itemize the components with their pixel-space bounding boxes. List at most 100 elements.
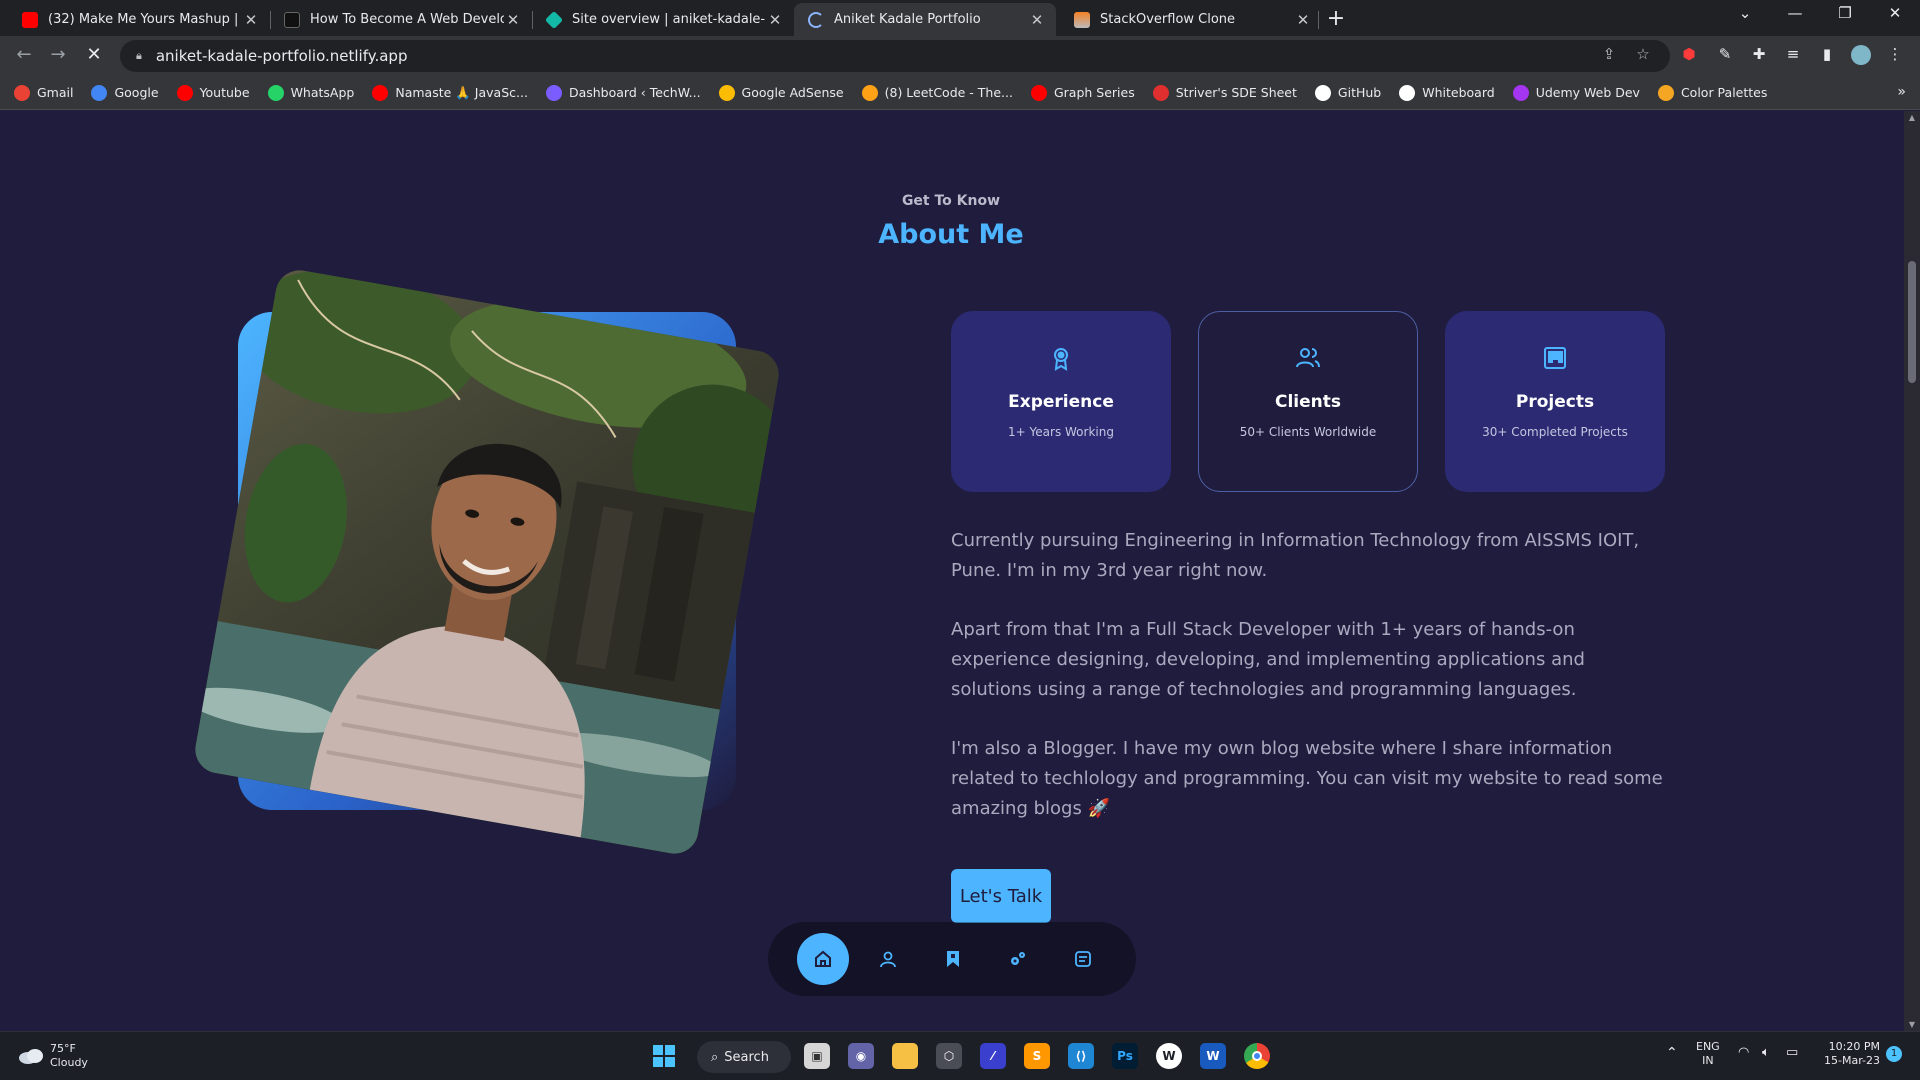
bookmark-item[interactable]: GitHub	[1314, 84, 1381, 101]
adblock-extension-icon[interactable]: ⬢	[1678, 45, 1700, 63]
tab-title: StackOverflow Clone	[1100, 12, 1236, 27]
bookmark-item[interactable]: Whiteboard	[1399, 84, 1495, 101]
linear-app-icon[interactable]: ⁄	[980, 1043, 1006, 1069]
vscode-icon[interactable]: ⟨⟩	[1068, 1043, 1094, 1069]
bookmark-item[interactable]: Google	[91, 84, 159, 101]
tray-overflow-icon[interactable]: ⌃	[1666, 1046, 1678, 1060]
stop-loading-button[interactable]: ✕	[82, 44, 106, 65]
bookmark-item[interactable]: Namaste 🙏 JavaSc...	[372, 84, 528, 101]
profile-avatar-icon[interactable]	[1850, 45, 1872, 69]
notification-badge[interactable]: 1	[1886, 1046, 1902, 1062]
bookmarks-overflow-button[interactable]: »	[1897, 84, 1906, 100]
windows-start-icon[interactable]	[651, 1043, 677, 1069]
bookmark-item[interactable]: Striver's SDE Sheet	[1152, 84, 1297, 101]
bookmark-item[interactable]: Dashboard ‹ TechW...	[545, 84, 701, 101]
teams-chat-icon[interactable]: ◉	[848, 1043, 874, 1069]
menu-kebab-icon[interactable]: ⋮	[1884, 45, 1906, 63]
volume-icon[interactable]: 🔈︎	[1762, 1046, 1770, 1060]
bookmark-label: Namaste 🙏 JavaSc...	[395, 84, 528, 100]
new-tab-button[interactable]: +	[1324, 6, 1348, 31]
bookmark-label: Google	[114, 85, 159, 100]
weather-widget[interactable]: 75°F Cloudy	[18, 1042, 88, 1070]
netlify-icon	[544, 10, 564, 29]
unity-icon[interactable]: ⬡	[936, 1043, 962, 1069]
minimize-button[interactable]: —	[1772, 4, 1818, 22]
whiteboard-app-icon[interactable]: W	[1156, 1043, 1182, 1069]
close-icon[interactable]: ✕	[1294, 11, 1312, 29]
task-view-icon[interactable]: ▣	[804, 1043, 830, 1069]
github-icon	[1314, 84, 1331, 101]
page-scrollbar[interactable]: ▲ ▼	[1904, 111, 1920, 1031]
address-bar[interactable]: 🔒︎ aniket-kadale-portfolio.netlify.app	[120, 40, 1670, 72]
battery-icon[interactable]: ▭	[1786, 1046, 1798, 1060]
nav-about-button[interactable]	[862, 933, 914, 985]
whiteboard-icon	[1399, 84, 1416, 101]
bookmark-item[interactable]: WhatsApp	[267, 84, 354, 101]
card-title: Projects	[1515, 392, 1595, 412]
close-icon[interactable]: ✕	[1028, 11, 1046, 29]
share-icon[interactable]: ⇪	[1598, 45, 1620, 63]
nav-home-button[interactable]	[797, 933, 849, 985]
bookmark-item[interactable]: Graph Series	[1030, 84, 1135, 101]
back-button[interactable]: ←	[12, 44, 36, 65]
tab-title: (32) Make Me Yours Mashup | Ap	[48, 12, 242, 27]
forward-button[interactable]: →	[46, 44, 70, 65]
bookmark-item[interactable]: Youtube	[176, 84, 250, 101]
bookmark-item[interactable]: Color Palettes	[1657, 84, 1767, 101]
loading-spinner-icon	[808, 11, 824, 28]
tab-search-icon[interactable]: ⌄	[1722, 4, 1768, 22]
user-icon	[880, 951, 896, 968]
url-text[interactable]: aniket-kadale-portfolio.netlify.app	[156, 47, 408, 65]
browser-tab[interactable]: (32) Make Me Yours Mashup | Ap ✕	[8, 3, 270, 36]
clock[interactable]: 10:20 PM 15-Mar-23	[1818, 1040, 1880, 1068]
cloud-icon	[19, 1049, 43, 1064]
message-icon	[1075, 951, 1091, 967]
browser-tab[interactable]: Site overview | aniket-kadale-por ✕	[532, 3, 794, 36]
side-panel-icon[interactable]: ▮	[1816, 45, 1838, 63]
close-icon[interactable]: ✕	[504, 11, 522, 29]
browser-tab-active[interactable]: Aniket Kadale Portfolio ✕	[794, 3, 1056, 36]
close-window-button[interactable]: ✕	[1872, 4, 1918, 22]
taskbar-search[interactable]: ⌕ Search	[697, 1041, 791, 1073]
bookmark-label: Striver's SDE Sheet	[1175, 85, 1297, 100]
nav-services-button[interactable]	[992, 933, 1044, 985]
close-icon[interactable]: ✕	[766, 11, 784, 29]
photoshop-icon[interactable]: Ps	[1112, 1043, 1138, 1069]
nav-contact-button[interactable]	[1057, 933, 1109, 985]
bookmark-label: Gmail	[37, 85, 74, 100]
language-indicator[interactable]: ENG IN	[1696, 1040, 1720, 1068]
card-subtitle: 30+ Completed Projects	[1482, 425, 1628, 439]
pen-extension-icon[interactable]: ✎	[1714, 45, 1736, 63]
stackoverflow-icon	[1074, 11, 1090, 28]
about-paragraph: Apart from that I'm a Full Stack Develop…	[951, 619, 1585, 700]
clients-card: Clients 50+ Clients Worldwide	[1198, 311, 1418, 492]
bookmark-item[interactable]: Google AdSense	[718, 84, 844, 101]
bookmark-item[interactable]: (8) LeetCode - The...	[861, 84, 1013, 101]
bookmark-label: Udemy Web Dev	[1535, 85, 1640, 100]
browser-tab[interactable]: How To Become A Web Develop ✕	[270, 3, 532, 36]
scroll-down-arrow[interactable]: ▼	[1904, 1020, 1920, 1029]
file-explorer-icon[interactable]	[892, 1043, 918, 1069]
restore-button[interactable]: ❐	[1822, 4, 1868, 22]
adsense-icon	[718, 84, 735, 101]
close-icon[interactable]: ✕	[242, 11, 260, 29]
youtube-icon	[372, 84, 389, 101]
section-title: About Me	[878, 219, 1024, 250]
bookmark-item[interactable]: Gmail	[14, 84, 74, 101]
nav-experience-button[interactable]	[927, 933, 979, 985]
scroll-up-arrow[interactable]: ▲	[1904, 113, 1920, 122]
bookmark-item[interactable]: Udemy Web Dev	[1512, 84, 1640, 101]
browser-tab[interactable]: StackOverflow Clone ✕	[1060, 3, 1322, 36]
bookmark-star-icon[interactable]: ☆	[1632, 45, 1654, 63]
media-control-icon[interactable]: ≡	[1782, 45, 1804, 63]
projects-card: Projects 30+ Completed Projects	[1445, 311, 1665, 492]
lets-talk-button[interactable]: Let's Talk	[951, 869, 1051, 923]
chrome-icon[interactable]	[1244, 1043, 1270, 1069]
word-icon[interactable]: W	[1200, 1043, 1226, 1069]
extensions-icon[interactable]: ✚	[1748, 45, 1770, 63]
leetcode-icon	[861, 84, 878, 101]
wifi-icon[interactable]: ◠	[1738, 1046, 1749, 1060]
tab-title: How To Become A Web Develop	[310, 12, 504, 27]
scroll-thumb[interactable]	[1908, 261, 1916, 383]
sublime-text-icon[interactable]: S	[1024, 1043, 1050, 1069]
